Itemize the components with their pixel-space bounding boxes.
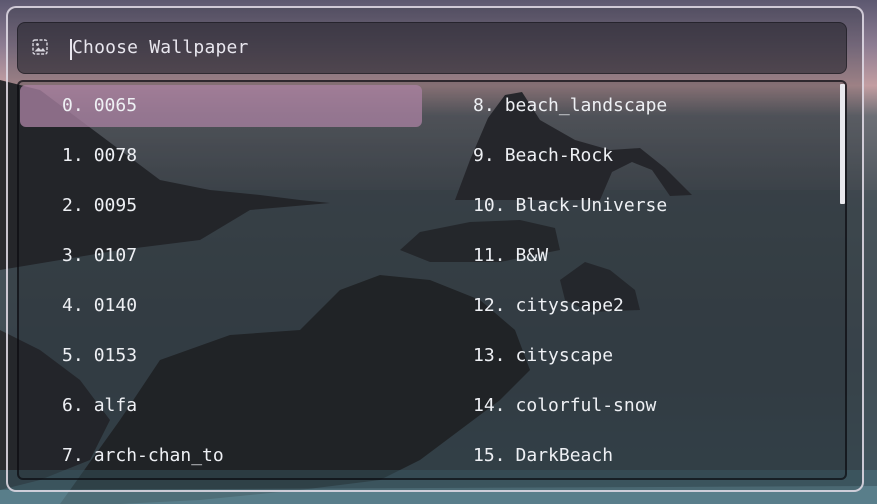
list-item[interactable]: 12. cityscape2 (431, 285, 833, 327)
list-item[interactable]: 7. arch-chan_to (20, 435, 422, 477)
list-item-label: Beach-Rock (504, 145, 614, 166)
scrollbar-thumb[interactable] (840, 84, 845, 204)
list-item[interactable]: 9. Beach-Rock (431, 135, 833, 177)
list-item-label: alfa (93, 395, 138, 416)
search-input[interactable]: Choose Wallpaper (72, 37, 249, 58)
list-item-index: 1. (62, 145, 84, 166)
list-item-label: 0095 (93, 195, 138, 216)
list-item-label: DarkBeach (515, 445, 614, 466)
list-item-label: 0065 (93, 95, 138, 116)
list-item-label: Black-Universe (515, 195, 668, 216)
list-item[interactable]: 10. Black-Universe (431, 185, 833, 227)
list-item[interactable]: 8. beach_landscape (431, 85, 833, 127)
list-item-label: 0107 (93, 245, 138, 266)
list-item-label: cityscape2 (515, 295, 624, 316)
list-item-label: 0153 (93, 345, 138, 366)
list-item[interactable]: 0. 0065 (20, 85, 422, 127)
list-item[interactable]: 3. 0107 (20, 235, 422, 277)
list-item-index: 13. (473, 345, 506, 366)
list-item-index: 8. (473, 95, 495, 116)
list-item[interactable]: 4. 0140 (20, 285, 422, 327)
list-item-index: 7. (62, 445, 84, 466)
search-bar[interactable]: Choose Wallpaper (17, 22, 847, 74)
image-icon (32, 39, 48, 55)
list-item[interactable]: 5. 0153 (20, 335, 422, 377)
list-item-index: 14. (473, 395, 506, 416)
list-item[interactable]: 6. alfa (20, 385, 422, 427)
list-item-label: B&W (515, 245, 549, 266)
list-item-index: 15. (473, 445, 506, 466)
list-item-label: colorful-snow (515, 395, 657, 416)
list-item-label: 0140 (93, 295, 138, 316)
list-item-index: 5. (62, 345, 84, 366)
list-item-label: 0078 (93, 145, 138, 166)
list-item[interactable]: 13. cityscape (431, 335, 833, 377)
list-item-index: 11. (473, 245, 506, 266)
list-item[interactable]: 11. B&W (431, 235, 833, 277)
list-item[interactable]: 1. 0078 (20, 135, 422, 177)
list-item-index: 6. (62, 395, 84, 416)
list-item-index: 4. (62, 295, 84, 316)
list-item-label: cityscape (515, 345, 614, 366)
list-item-index: 2. (62, 195, 84, 216)
list-item-index: 0. (62, 95, 84, 116)
list-item-label: beach_landscape (504, 95, 668, 116)
list-item-index: 9. (473, 145, 495, 166)
list-item-index: 10. (473, 195, 506, 216)
list-item-index: 3. (62, 245, 84, 266)
list-scrollbar[interactable] (838, 84, 846, 476)
list-item-label: arch-chan_to (93, 445, 224, 466)
list-item[interactable]: 15. DarkBeach (431, 435, 833, 477)
list-item[interactable]: 2. 0095 (20, 185, 422, 227)
list-item[interactable]: 14. colorful-snow (431, 385, 833, 427)
list-item-index: 12. (473, 295, 506, 316)
